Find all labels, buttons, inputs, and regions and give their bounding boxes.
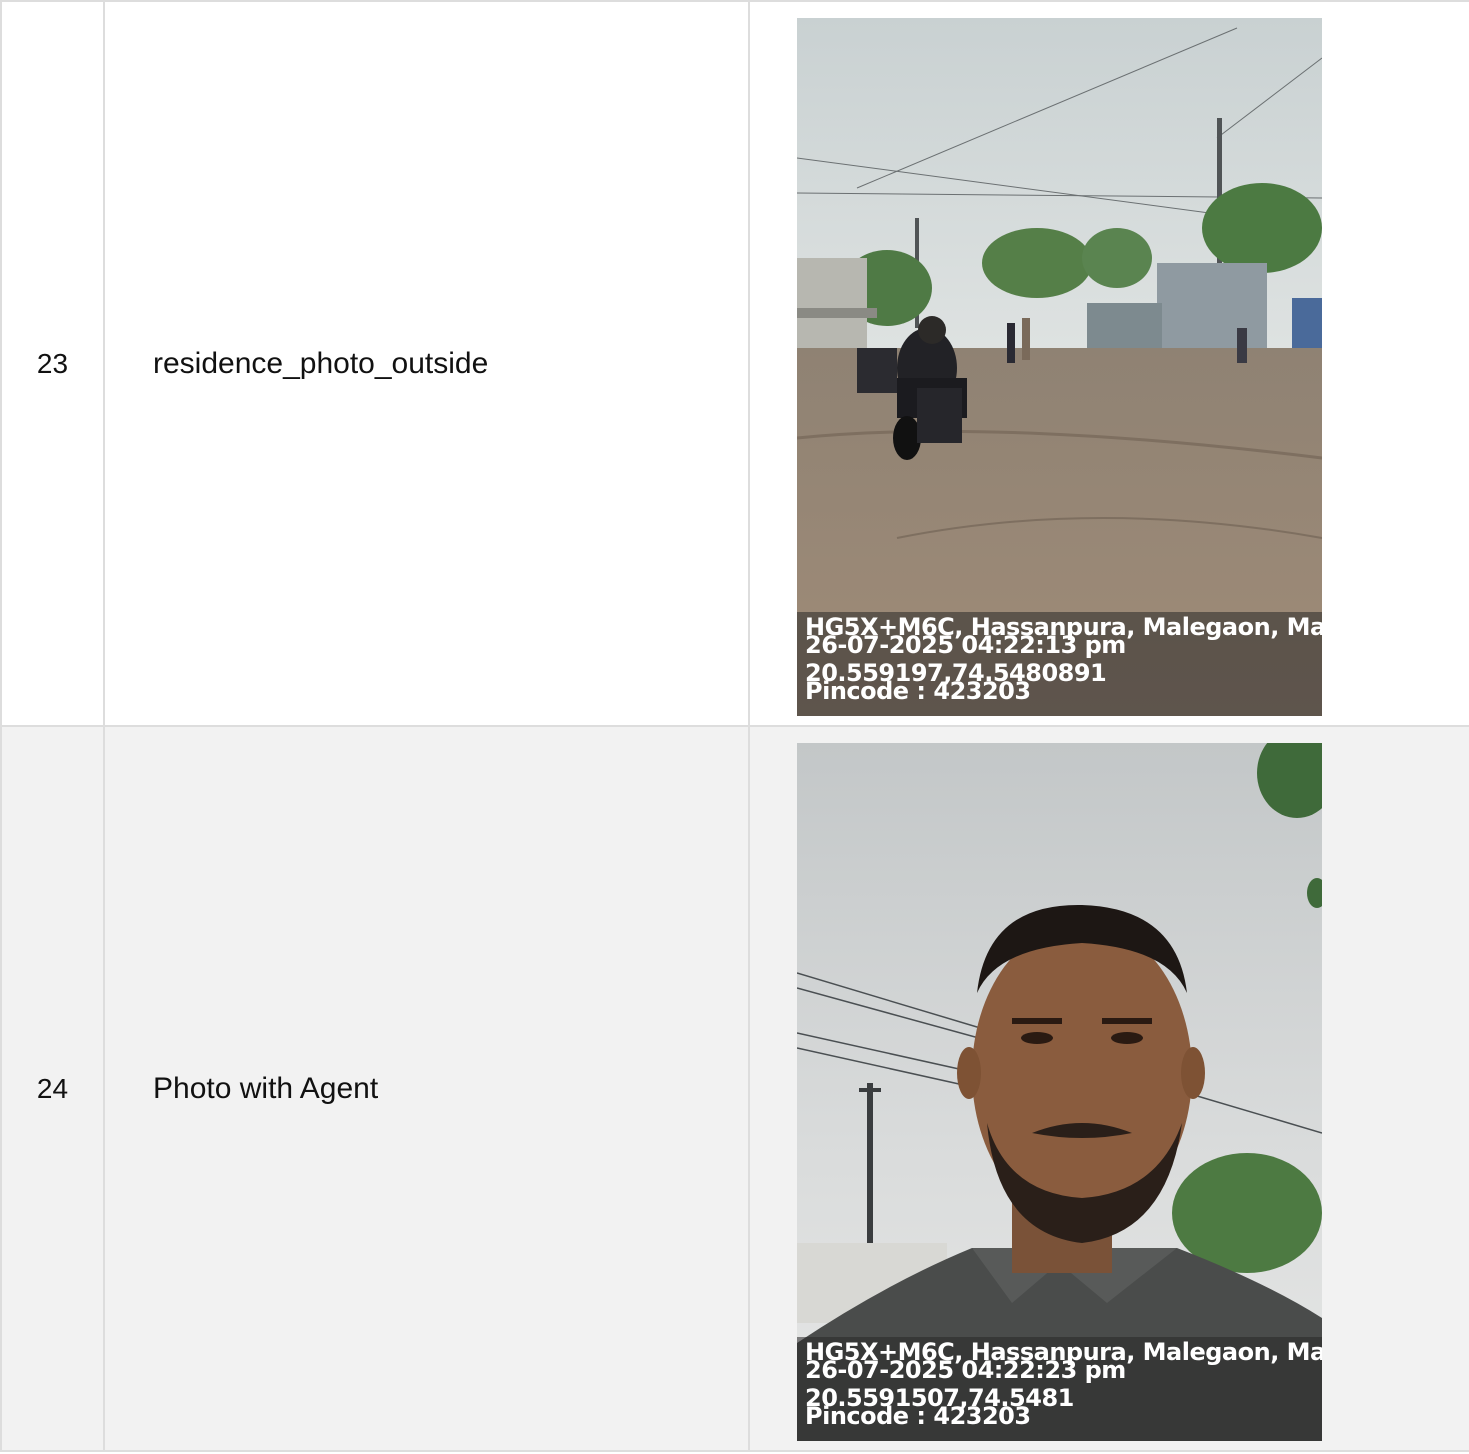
photo-cell: HG5X+M6C, Hassanpura, Malegaon, Maharas … (748, 725, 1469, 1452)
row-index: 24 (0, 725, 105, 1452)
table-row: 24 Photo with Agent HG5X+M6C, Hassanpura… (0, 725, 1469, 1452)
photo-cell: HG5X+M6C, Hassanpura, Malegaon, Maharas … (748, 0, 1469, 727)
row-index: 23 (0, 0, 105, 727)
photo-table: 23 residence_photo_outside HG5X+M6C, Has… (0, 0, 1469, 1452)
agent-photo[interactable]: HG5X+M6C, Hassanpura, Malegaon, Maharas … (797, 743, 1322, 1441)
row-label: Photo with Agent (103, 725, 750, 1452)
photo-stamp: HG5X+M6C, Hassanpura, Malegaon, Maharas … (797, 1337, 1322, 1441)
table-row: 23 residence_photo_outside HG5X+M6C, Has… (0, 0, 1469, 727)
photo-stamp: HG5X+M6C, Hassanpura, Malegaon, Maharas … (797, 612, 1322, 716)
residence-photo[interactable]: HG5X+M6C, Hassanpura, Malegaon, Maharas … (797, 18, 1322, 716)
row-label: residence_photo_outside (103, 0, 750, 727)
